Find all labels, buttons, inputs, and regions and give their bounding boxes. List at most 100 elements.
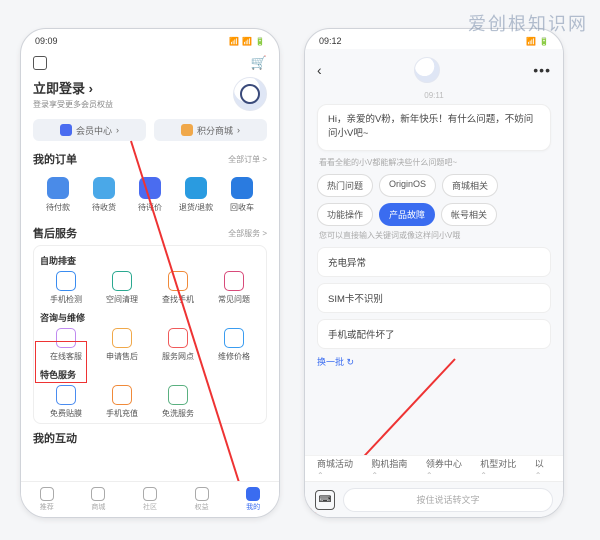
service-item[interactable]: 查找手机: [150, 271, 206, 305]
order-item[interactable]: 待评价: [127, 177, 173, 213]
avatar[interactable]: [233, 77, 267, 111]
category-chip[interactable]: 商城相关: [442, 174, 498, 197]
service-icon: [168, 328, 188, 348]
order-icon: [185, 177, 207, 199]
service-item[interactable]: 申请售后: [94, 328, 150, 362]
service-label: 空间清理: [106, 294, 138, 305]
refresh-questions[interactable]: 换一批 ↻: [317, 355, 551, 368]
bot-message-bubble: Hi，亲爱的V粉，新年快乐！有什么问题，不妨问问小V吧~: [317, 104, 551, 151]
nav-icon: [40, 487, 54, 501]
nav-icon: [195, 487, 209, 501]
service-label: 免洗服务: [162, 408, 194, 419]
service-item[interactable]: 维修价格: [206, 328, 262, 362]
service-item[interactable]: 服务网点: [150, 328, 206, 362]
service-label: 手机检测: [50, 294, 82, 305]
bot-avatar[interactable]: [414, 57, 440, 83]
service-icon: [56, 385, 76, 405]
settings-icon[interactable]: [33, 56, 47, 70]
quick-link[interactable]: 购机指南 ⌃: [371, 457, 411, 480]
order-item[interactable]: 待收货: [81, 177, 127, 213]
service-icon: [168, 385, 188, 405]
service-item[interactable]: 手机充值: [94, 385, 150, 419]
status-icons: 📶 📶 🔋: [229, 37, 265, 46]
service-label: 常见问题: [218, 294, 250, 305]
voice-input-bar[interactable]: 按住说话转文字: [343, 488, 553, 512]
order-icon: [231, 177, 253, 199]
nav-label: 我的: [246, 502, 260, 512]
keyboard-toggle-icon[interactable]: ⌨: [315, 490, 335, 510]
interact-title: 我的互动: [33, 430, 77, 446]
wifi-icon: 📶: [242, 37, 252, 46]
service-card: 自助排查 手机检测空间清理查找手机常见问题 咨询与维修 在线客服申请售后服务网点…: [33, 245, 267, 424]
service-icon: [224, 328, 244, 348]
quick-link[interactable]: 机型对比 ⌃: [480, 457, 520, 480]
service-label: 手机充值: [106, 408, 138, 419]
service-item[interactable]: 手机检测: [38, 271, 94, 305]
service-icon: [168, 271, 188, 291]
nav-label: 社区: [143, 502, 157, 512]
order-label: 回收车: [230, 202, 254, 213]
annotation-highlight-box: [35, 341, 87, 383]
member-center-pill[interactable]: 会员中心 ›: [33, 119, 146, 141]
order-icon: [47, 177, 69, 199]
category-chip[interactable]: OriginOS: [379, 174, 436, 197]
status-time: 09:12: [319, 36, 342, 46]
service-item[interactable]: 空间清理: [94, 271, 150, 305]
service-icon: [112, 328, 132, 348]
service-label: 申请售后: [106, 351, 138, 362]
quick-link[interactable]: 商城活动 ⌃: [317, 457, 357, 480]
status-icons: 📶 🔋: [526, 37, 549, 46]
bottom-nav-item[interactable]: 社区: [143, 487, 157, 512]
bottom-nav-item[interactable]: 商城: [91, 487, 105, 512]
order-item[interactable]: 回收车: [219, 177, 265, 213]
phone-left: 09:09 📶 📶 🔋 🛒 立即登录 › 登录享受更多会员权益 会员中心 ›: [20, 28, 280, 518]
battery-icon: 🔋: [255, 37, 265, 46]
bottom-nav-item[interactable]: 推荐: [40, 487, 54, 512]
service-item[interactable]: 免洗服务: [150, 385, 206, 419]
login-button[interactable]: 立即登录 ›: [33, 78, 113, 97]
order-item[interactable]: 退货/退款: [173, 177, 219, 213]
quick-link[interactable]: 领券中心 ⌃: [426, 457, 466, 480]
nav-icon: [143, 487, 157, 501]
signal-icon: 📶: [229, 37, 239, 46]
service-label: 服务网点: [162, 351, 194, 362]
category-chip[interactable]: 帐号相关: [441, 203, 497, 226]
status-time: 09:09: [35, 36, 58, 46]
consult-title: 咨询与维修: [40, 311, 262, 324]
cart-icon[interactable]: 🛒: [251, 55, 267, 71]
bottom-nav-item[interactable]: 我的: [246, 487, 260, 512]
service-item[interactable]: 常见问题: [206, 271, 262, 305]
category-chip[interactable]: 热门问题: [317, 174, 373, 197]
service-item[interactable]: 免费贴膜: [38, 385, 94, 419]
order-label: 待付款: [46, 202, 70, 213]
nav-icon: [91, 487, 105, 501]
login-subtitle: 登录享受更多会员权益: [33, 99, 113, 110]
orders-title: 我的订单: [33, 151, 77, 167]
category-chip[interactable]: 产品故障: [379, 203, 435, 226]
orders-more[interactable]: 全部订单 >: [228, 154, 267, 165]
back-button[interactable]: ‹: [317, 62, 322, 78]
nav-label: 商城: [91, 502, 105, 512]
service-icon: [224, 271, 244, 291]
points-mall-pill[interactable]: 积分商城 ›: [154, 119, 267, 141]
aftersales-more[interactable]: 全部服务 >: [228, 228, 267, 239]
phone-right: 09:12 📶 🔋 ‹ ••• 09:11 Hi，亲爱的V粉，新年快乐！有什么问…: [304, 28, 564, 518]
suggested-question[interactable]: SIM卡不识别: [317, 283, 551, 313]
bottom-nav-item[interactable]: 权益: [195, 487, 209, 512]
quick-link[interactable]: 以 ⌃: [535, 457, 551, 480]
suggested-question[interactable]: 充电异常: [317, 247, 551, 277]
nav-label: 权益: [195, 502, 209, 512]
service-label: 查找手机: [162, 294, 194, 305]
service-label: 维修价格: [218, 351, 250, 362]
nav-icon: [246, 487, 260, 501]
aftersales-title: 售后服务: [33, 225, 77, 241]
suggested-question[interactable]: 手机或配件坏了: [317, 319, 551, 349]
wifi-icon: 📶: [526, 37, 536, 46]
points-icon: [181, 124, 193, 136]
input-hint: 您可以直接输入关键词或像这样问小V哦: [319, 230, 551, 241]
service-icon: [112, 385, 132, 405]
statusbar: 09:12 📶 🔋: [305, 29, 563, 49]
order-item[interactable]: 待付款: [35, 177, 81, 213]
more-menu-icon[interactable]: •••: [533, 62, 551, 78]
category-chip[interactable]: 功能操作: [317, 203, 373, 226]
